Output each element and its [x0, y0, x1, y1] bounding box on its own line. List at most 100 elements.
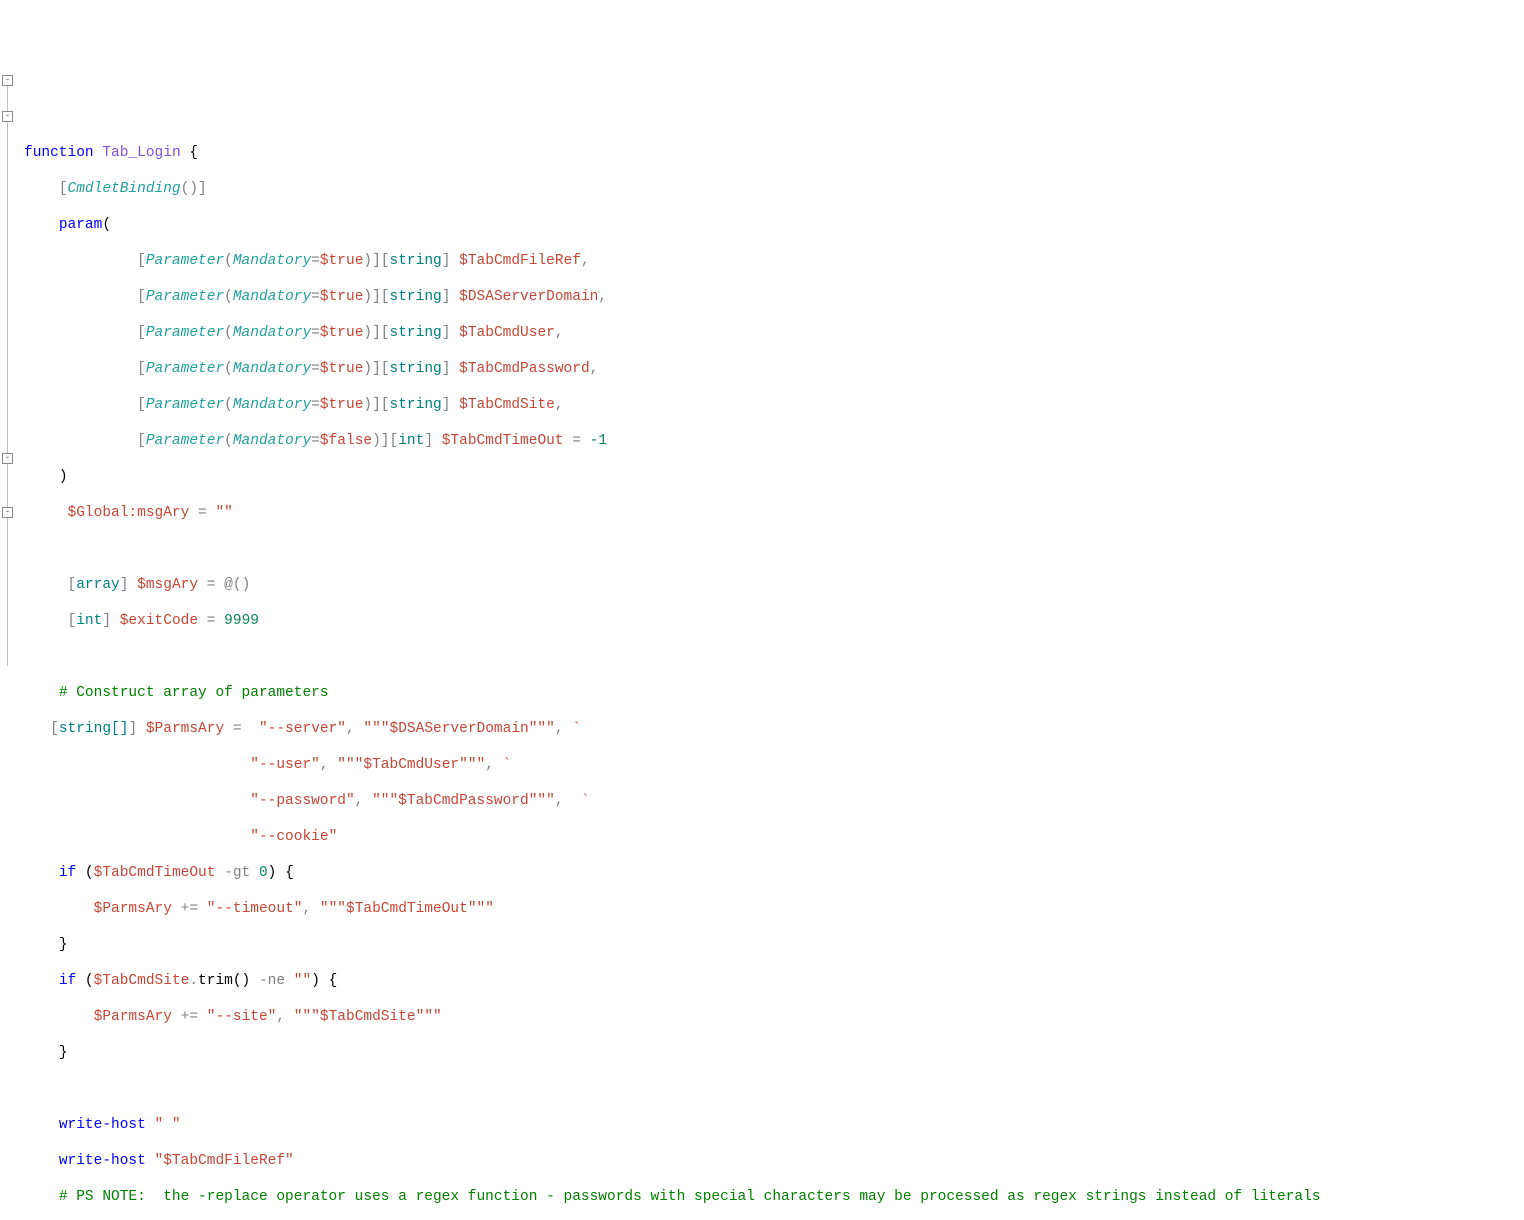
variable: $Global:msgAry — [68, 505, 190, 521]
number: 0 — [259, 865, 268, 881]
keyword: param — [59, 217, 103, 233]
type: int — [76, 613, 102, 629]
variable: $TabCmdSite — [459, 397, 555, 413]
code-line: write-host "$TabCmdFileRef" — [24, 1152, 1524, 1170]
attribute-arg: Mandatory — [233, 289, 311, 305]
code-line: [int] $exitCode = 9999 — [24, 612, 1524, 630]
code-line: } — [24, 936, 1524, 954]
code-line: write-host " " — [24, 1116, 1524, 1134]
code-line: $ParmsAry += "--timeout", """$TabCmdTime… — [24, 900, 1524, 918]
string: "--server" — [259, 721, 346, 737]
code-line: if ($TabCmdSite.trim() -ne "") { — [24, 972, 1524, 990]
operator: += — [181, 901, 198, 917]
attribute-arg: Mandatory — [233, 325, 311, 341]
string: "--cookie" — [250, 829, 337, 845]
code-line: [Parameter(Mandatory=$true)][string] $Ta… — [24, 324, 1524, 342]
operator: -gt — [224, 865, 250, 881]
fold-button[interactable]: - — [2, 507, 13, 518]
attribute: Parameter — [146, 397, 224, 413]
bool: $true — [320, 397, 364, 413]
attribute-arg: Mandatory — [233, 253, 311, 269]
comment: # PS NOTE: the -replace operator uses a … — [59, 1189, 1321, 1205]
string: "--password" — [250, 793, 354, 809]
variable: $exitCode — [120, 613, 198, 629]
fold-gutter: - - - - — [0, 72, 22, 198]
operator: @() — [224, 577, 250, 593]
bool: $true — [320, 325, 364, 341]
type: string — [390, 361, 442, 377]
code-line: $ParmsAry += "--site", """$TabCmdSite""" — [24, 1008, 1524, 1026]
bool: $true — [320, 253, 364, 269]
cmdlet: write-host — [59, 1153, 146, 1169]
continuation: ` — [581, 793, 590, 809]
fold-button[interactable]: - — [2, 111, 13, 122]
string: """$TabCmdUser""" — [337, 757, 485, 773]
string: "" — [215, 505, 232, 521]
variable: $TabCmdPassword — [459, 361, 590, 377]
number: -1 — [590, 433, 607, 449]
code-line — [24, 648, 1524, 666]
type: string — [390, 289, 442, 305]
bool: $true — [320, 289, 364, 305]
attribute: Parameter — [146, 325, 224, 341]
attribute: Parameter — [146, 361, 224, 377]
variable: $TabCmdFileRef — [459, 253, 581, 269]
number: 9999 — [224, 613, 259, 629]
code-line — [24, 1080, 1524, 1098]
string: """$TabCmdSite""" — [294, 1009, 442, 1025]
attribute-arg: Mandatory — [233, 361, 311, 377]
code-line: ) — [24, 468, 1524, 486]
variable: $TabCmdTimeOut — [442, 433, 564, 449]
operator: = — [233, 721, 242, 737]
cmdlet: write-host — [59, 1117, 146, 1133]
code-line: [Parameter(Mandatory=$true)][string] $Ta… — [24, 396, 1524, 414]
code-line: [string[]] $ParmsAry = "--server", """$D… — [24, 720, 1524, 738]
operator: = — [207, 577, 216, 593]
attribute: Parameter — [146, 433, 224, 449]
string: " " — [155, 1117, 181, 1133]
type: int — [398, 433, 424, 449]
code-line: [Parameter(Mandatory=$false)][int] $TabC… — [24, 432, 1524, 450]
code-editor: - - - - function Tab_Login { [CmdletBind… — [0, 72, 1524, 1220]
variable: $TabCmdUser — [459, 325, 555, 341]
variable: $ParmsAry — [94, 1009, 172, 1025]
fold-button[interactable]: - — [2, 75, 13, 86]
fold-button[interactable]: - — [2, 453, 13, 464]
attribute: Parameter — [146, 289, 224, 305]
attribute: CmdletBinding — [68, 181, 181, 197]
code-line: # Construct array of parameters — [24, 684, 1524, 702]
string: "--site" — [207, 1009, 277, 1025]
string: """$DSAServerDomain""" — [363, 721, 554, 737]
code-line: "--user", """$TabCmdUser""", ` — [24, 756, 1524, 774]
type: string[] — [59, 721, 129, 737]
variable: $ParmsAry — [94, 901, 172, 917]
type: string — [390, 397, 442, 413]
code-line: if ($TabCmdTimeOut -gt 0) { — [24, 864, 1524, 882]
code-line: [array] $msgAry = @() — [24, 576, 1524, 594]
string: "--user" — [250, 757, 320, 773]
continuation: ` — [503, 757, 512, 773]
bool: $true — [320, 361, 364, 377]
string: """$TabCmdPassword""" — [372, 793, 555, 809]
code-line: "--password", """$TabCmdPassword""", ` — [24, 792, 1524, 810]
string: "" — [294, 973, 311, 989]
operator: -ne — [259, 973, 285, 989]
string: "$TabCmdFileRef" — [155, 1153, 294, 1169]
keyword: if — [59, 973, 76, 989]
operator: = — [207, 613, 216, 629]
operator: = — [572, 433, 581, 449]
code-line: "--cookie" — [24, 828, 1524, 846]
operator: += — [181, 1009, 198, 1025]
bool: $false — [320, 433, 372, 449]
string: """$TabCmdTimeOut""" — [320, 901, 494, 917]
code-body: function Tab_Login { [CmdletBinding()] p… — [24, 126, 1524, 1220]
code-line: param( — [24, 216, 1524, 234]
type: array — [76, 577, 120, 593]
function-name: Tab_Login — [102, 145, 180, 161]
brace: { — [181, 145, 198, 161]
type: string — [390, 325, 442, 341]
comment: # Construct array of parameters — [59, 685, 329, 701]
continuation: ` — [572, 721, 581, 737]
variable: $ParmsAry — [146, 721, 224, 737]
code-line: [CmdletBinding()] — [24, 180, 1524, 198]
